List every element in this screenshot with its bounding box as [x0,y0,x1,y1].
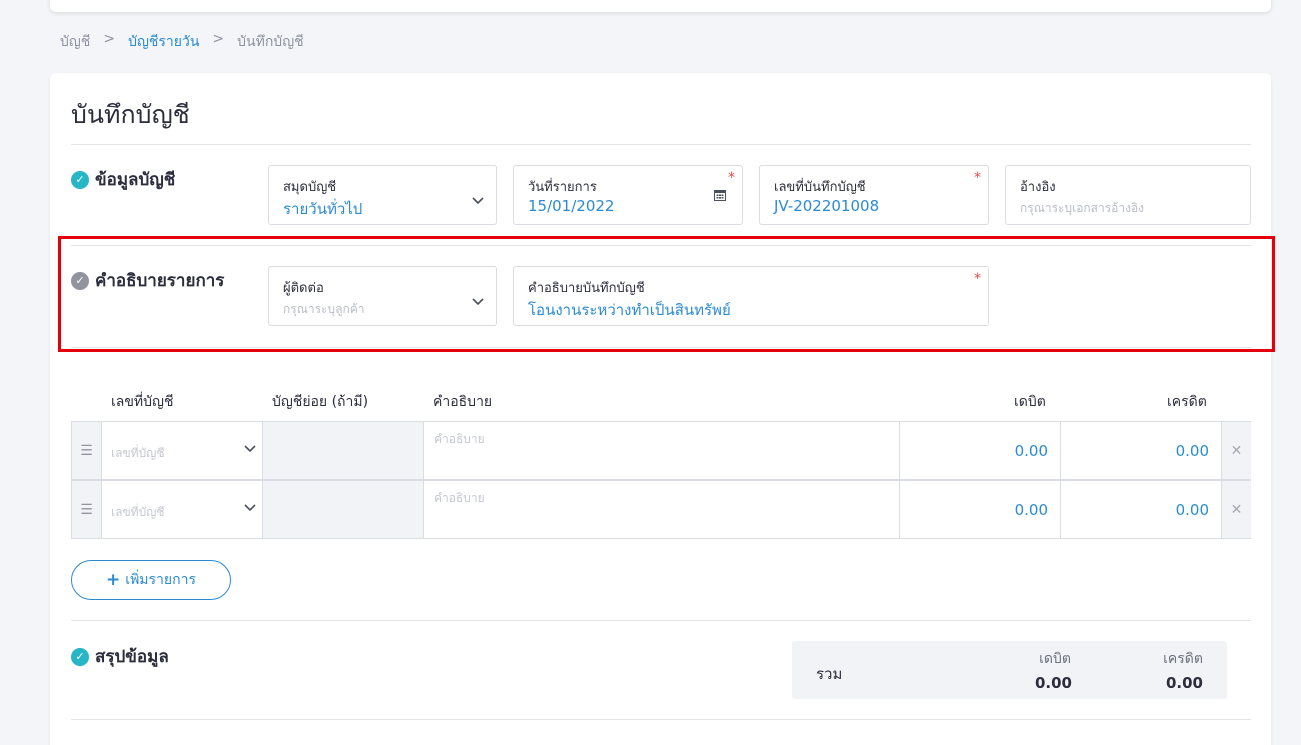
journal-number-field[interactable]: เลขที่บันทึกบัญชี * JV-202201008 [759,165,989,225]
field-placeholder: คำอธิบาย [434,432,485,446]
add-item-button[interactable]: + เพิ่มรายการ [71,560,231,600]
section-title: สรุปข้อมูล [95,647,169,667]
column-header-description: คำอธิบาย [433,394,493,410]
credit-value: 0.00 [1175,501,1209,519]
summary-total-box: รวม เดบิต เครดิต 0.00 0.00 [792,641,1227,699]
section-summary-header: ✓ สรุปข้อมูล [71,643,169,670]
reference-field[interactable]: อ้างอิง กรุณาระบุเอกสารอ้างอิง [1005,165,1251,225]
breadcrumb-separator: > [103,31,116,47]
field-placeholder: กรุณาระบุเอกสารอ้างอิง [1020,201,1145,215]
debit-input[interactable]: 0.00 [900,422,1061,479]
field-placeholder: คำอธิบาย [434,491,485,505]
summary-credit-total: 0.00 [1165,674,1203,692]
required-marker: * [974,170,981,186]
breadcrumb-item-accounting[interactable]: บัญชี [60,31,90,53]
breadcrumb-item-current: บันทึกบัญชี [237,34,304,50]
calendar-icon[interactable] [714,189,726,204]
required-marker: * [728,170,735,186]
drag-handle-icon[interactable]: ☰ [72,481,102,538]
breadcrumb: บัญชี > บัญชีรายวัน > บันทึกบัญชี [60,31,317,53]
add-item-label: เพิ่มรายการ [125,572,196,588]
debit-input[interactable]: 0.00 [900,481,1061,538]
divider [71,144,1251,145]
sub-account-cell [263,481,424,538]
chevron-down-icon [244,501,256,515]
chevron-down-icon [472,194,484,208]
field-value: JV-202201008 [774,197,880,215]
check-circle-icon: ✓ [71,170,89,189]
field-label: อ้างอิง [1020,180,1056,195]
description-input[interactable]: คำอธิบาย [424,481,900,538]
summary-debit-label: เดบิต [1039,651,1071,667]
highlight-box [58,236,1275,352]
debit-value: 0.00 [1014,442,1048,460]
drag-handle-icon[interactable]: ☰ [72,422,102,479]
table-row: ☰ เลขที่บัญชี คำอธิบาย 0.00 0.00 ✕ [71,480,1251,539]
top-header-bar [50,0,1271,12]
transaction-date-field[interactable]: วันที่รายการ * 15/01/2022 [513,165,743,225]
credit-input[interactable]: 0.00 [1061,481,1222,538]
field-label: วันที่รายการ [528,180,597,195]
divider [71,719,1251,720]
summary-credit-label: เครดิต [1163,651,1203,667]
field-label: เลขที่บันทึกบัญชี [774,180,866,195]
close-icon[interactable]: ✕ [1222,422,1251,479]
summary-debit-total: 0.00 [1034,674,1072,692]
field-value: 15/01/2022 [528,197,615,215]
column-header-account: เลขที่บัญชี [111,394,174,410]
plus-icon: + [106,570,121,590]
account-select[interactable]: เลขที่บัญชี [102,481,263,538]
close-icon[interactable]: ✕ [1222,481,1251,538]
sub-account-cell [263,422,424,479]
field-placeholder: เลขที่บัญชี [111,446,165,460]
divider [71,620,1251,621]
account-select[interactable]: เลขที่บัญชี [102,422,263,479]
page-title: บันทึกบัญชี [71,100,190,129]
credit-input[interactable]: 0.00 [1061,422,1222,479]
section-account-info-header: ✓ ข้อมูลบัญชี [71,166,175,193]
column-header-credit: เครดิต [1167,394,1207,410]
field-value: รายวันทั่วไป [283,200,363,218]
field-label: สมุดบัญชี [283,180,337,195]
table-row: ☰ เลขที่บัญชี คำอธิบาย 0.00 0.00 ✕ [71,421,1251,480]
description-input[interactable]: คำอธิบาย [424,422,900,479]
breadcrumb-item-daily-journal[interactable]: บัญชีรายวัน [128,31,199,53]
check-circle-icon: ✓ [71,647,89,666]
section-title: ข้อมูลบัญชี [95,170,176,190]
chevron-down-icon [244,442,256,456]
breadcrumb-separator: > [212,31,225,47]
debit-value: 0.00 [1014,501,1048,519]
credit-value: 0.00 [1175,442,1209,460]
column-header-debit: เดบิต [1014,394,1046,410]
column-header-sub-account: บัญชีย่อย (ถ้ามี) [272,394,369,410]
total-label: รวม [816,665,843,683]
journal-book-select[interactable]: สมุดบัญชี รายวันทั่วไป [268,165,497,225]
field-placeholder: เลขที่บัญชี [111,505,165,519]
